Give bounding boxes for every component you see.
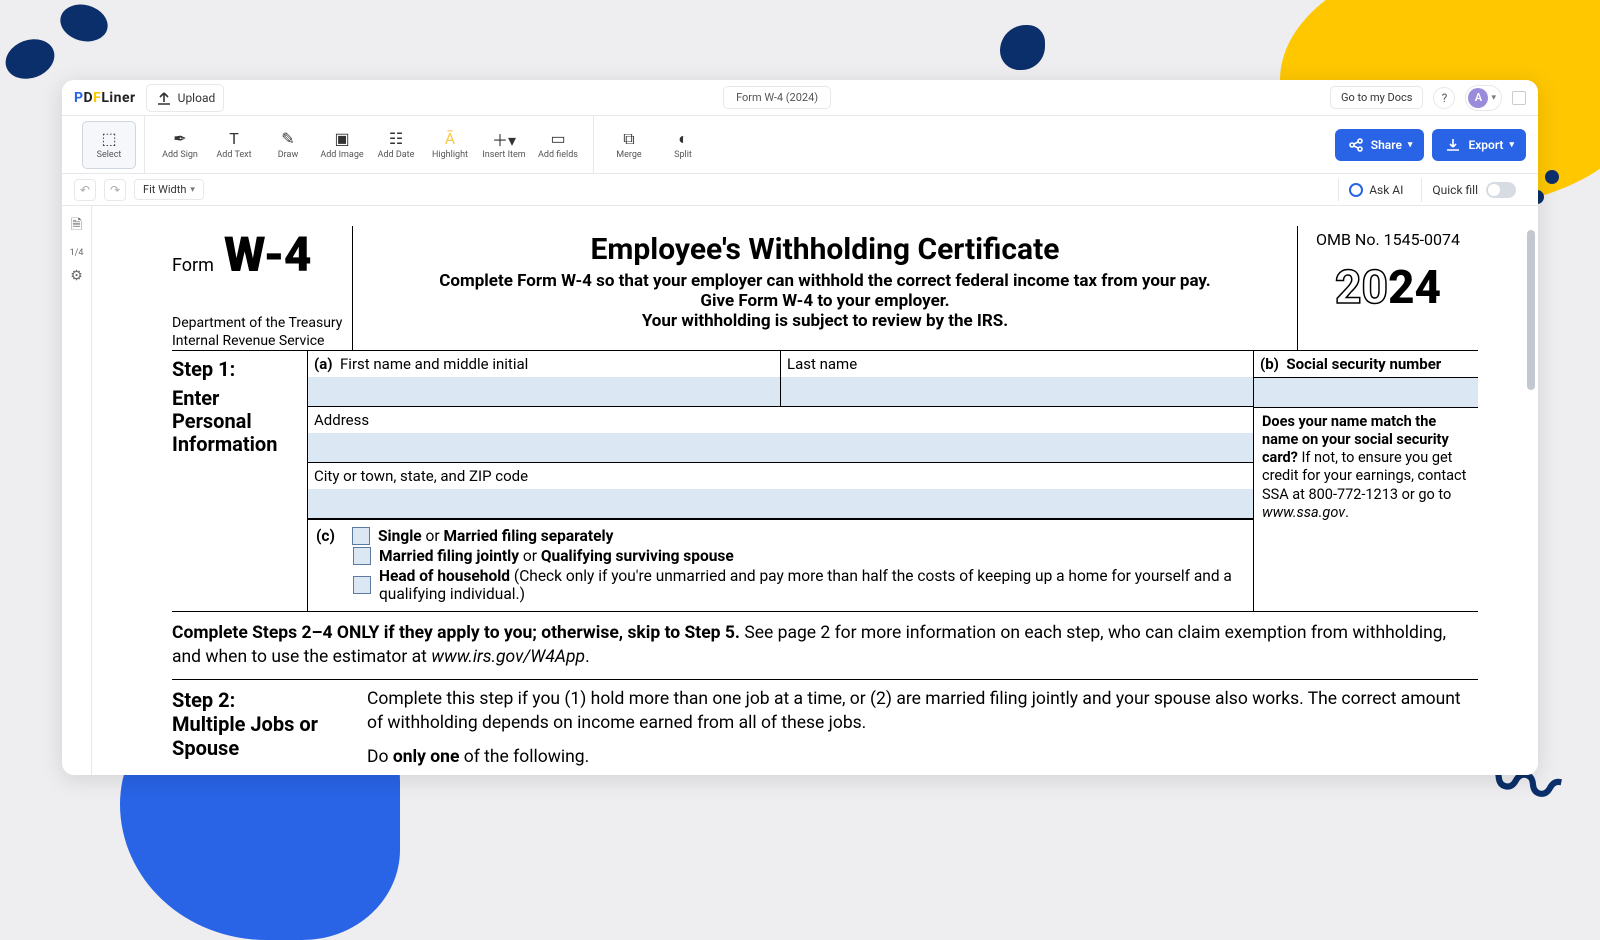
fields-icon: ▭: [550, 130, 565, 148]
add-sign-tool[interactable]: ✒Add Sign: [153, 121, 207, 169]
help-button[interactable]: ?: [1433, 87, 1455, 109]
cursor-icon: ⬚: [101, 130, 116, 148]
checkbox-married-jointly[interactable]: [353, 547, 371, 565]
last-name-field[interactable]: [781, 377, 1253, 407]
chevron-down-icon: ▾: [1408, 140, 1413, 150]
undo-button[interactable]: ↶: [74, 179, 96, 201]
add-date-tool[interactable]: ☷Add Date: [369, 121, 423, 169]
first-name-field[interactable]: [308, 377, 780, 407]
step-1-subtitle: Enter Personal Information: [172, 387, 301, 456]
logo: PDFLiner: [74, 90, 136, 106]
scrollbar[interactable]: [1526, 210, 1536, 771]
toggle-switch[interactable]: [1486, 182, 1516, 198]
document-title[interactable]: Form W-4 (2024): [723, 86, 831, 109]
ask-ai-button[interactable]: Ask AI: [1338, 179, 1413, 201]
bg-splat: [1000, 25, 1045, 70]
page-indicator: 1/4: [70, 248, 84, 258]
quick-fill-toggle: Quick fill: [1421, 178, 1526, 202]
form-w4-document: Form W-4 Department of the Treasury Inte…: [92, 206, 1538, 775]
step-2-section: Step 2: Multiple Jobs or Spouse Complete…: [172, 680, 1478, 775]
form-subtitle-3: Your withholding is subject to review by…: [367, 311, 1283, 331]
document-canvas[interactable]: Form W-4 Department of the Treasury Inte…: [92, 206, 1538, 775]
scroll-thumb[interactable]: [1527, 230, 1535, 390]
chevron-down-icon: ▾: [190, 185, 195, 195]
address-label: Address: [308, 407, 1253, 433]
step-1-label: Step 1:: [172, 357, 301, 381]
split-tool[interactable]: ◐Split: [656, 121, 710, 169]
city-field[interactable]: [308, 489, 1253, 519]
account-menu[interactable]: A ▾: [1465, 85, 1502, 111]
toolbar: ⬚Select ✒Add Sign TAdd Text ✎Draw ▣Add I…: [62, 116, 1538, 174]
step-1-section: Step 1: Enter Personal Information (a) F…: [172, 351, 1478, 612]
select-tool[interactable]: ⬚Select: [82, 121, 136, 169]
chevron-down-icon: ▾: [1509, 140, 1514, 150]
text-icon: T: [229, 130, 239, 148]
highlight-icon: Ā: [445, 130, 455, 148]
redo-button[interactable]: ↷: [104, 179, 126, 201]
insert-item-tool[interactable]: ＋▾Insert Item: [477, 121, 531, 169]
goto-docs-button[interactable]: Go to my Docs: [1330, 86, 1424, 109]
upload-label: Upload: [178, 91, 216, 105]
main-area: 🗎 1/4 ⚙ Form W-4 Department of the Treas…: [62, 206, 1538, 775]
address-field[interactable]: [308, 433, 1253, 463]
field-a-label: (a) First name and middle initial: [308, 351, 780, 377]
checkbox-single[interactable]: [352, 527, 370, 545]
upload-icon: [155, 89, 173, 107]
zoom-selector[interactable]: Fit Width▾: [134, 179, 204, 200]
last-name-label: Last name: [781, 351, 1253, 377]
export-button[interactable]: Export▾: [1432, 129, 1526, 161]
checkbox-head-of-household[interactable]: [353, 576, 371, 594]
draw-tool[interactable]: ✎Draw: [261, 121, 315, 169]
image-icon: ▣: [334, 130, 349, 148]
ssn-field[interactable]: [1254, 378, 1478, 408]
form-subtitle-1: Complete Form W-4 so that your employer …: [367, 271, 1283, 291]
ai-icon: [1349, 183, 1363, 197]
step-2-subtitle: Multiple Jobs or Spouse: [172, 712, 367, 760]
step-2-text-1: Complete this step if you (1) hold more …: [367, 688, 1478, 735]
merge-icon: ⧉: [623, 130, 634, 148]
page-icon[interactable]: 🗎: [71, 214, 82, 238]
step-2-label: Step 2:: [172, 688, 367, 712]
form-code: W-4: [224, 226, 311, 283]
settings-icon[interactable]: ⚙: [70, 268, 83, 284]
plus-icon: ＋▾: [492, 130, 516, 148]
download-icon: [1444, 136, 1462, 154]
form-word: Form: [172, 255, 214, 276]
form-title: Employee's Withholding Certificate: [367, 232, 1283, 267]
filing-status-section: (c)Single or Married filing separately M…: [308, 519, 1253, 611]
share-icon: [1347, 136, 1365, 154]
signature-icon: ✒: [173, 130, 186, 148]
add-image-tool[interactable]: ▣Add Image: [315, 121, 369, 169]
omb-number: OMB No. 1545-0074: [1306, 230, 1470, 249]
pencil-icon: ✎: [281, 130, 294, 148]
add-fields-tool[interactable]: ▭Add fields: [531, 121, 585, 169]
add-text-tool[interactable]: TAdd Text: [207, 121, 261, 169]
chevron-down-icon: ▾: [1491, 93, 1496, 103]
avatar: A: [1468, 88, 1488, 108]
app-window: PDFLiner Upload Form W-4 (2024) Go to my…: [62, 80, 1538, 775]
step-2-text-2: Do only one of the following.: [367, 746, 1478, 770]
ssn-label: (b) Social security number: [1254, 351, 1478, 378]
calendar-icon: ☷: [389, 130, 403, 148]
secondary-bar: ↶ ↷ Fit Width▾ Ask AI Quick fill: [62, 174, 1538, 206]
department-text: Department of the Treasury Internal Reve…: [172, 315, 344, 350]
left-sidebar: 🗎 1/4 ⚙: [62, 206, 92, 775]
share-button[interactable]: Share▾: [1335, 129, 1425, 161]
steps-2-4-note: Complete Steps 2–4 ONLY if they apply to…: [172, 612, 1478, 680]
city-label: City or town, state, and ZIP code: [308, 463, 1253, 489]
merge-tool[interactable]: ⧉Merge: [602, 121, 656, 169]
form-header: Form W-4 Department of the Treasury Inte…: [172, 226, 1478, 351]
highlight-tool[interactable]: ĀHighlight: [423, 121, 477, 169]
topbar: PDFLiner Upload Form W-4 (2024) Go to my…: [62, 80, 1538, 116]
split-icon: ◐: [678, 130, 688, 148]
form-year: 2024: [1306, 261, 1470, 315]
upload-button[interactable]: Upload: [146, 84, 225, 112]
ssn-help-text: Does your name match the name on your so…: [1254, 408, 1478, 527]
form-subtitle-2: Give Form W-4 to your employer.: [367, 291, 1283, 311]
window-control[interactable]: [1512, 91, 1526, 105]
